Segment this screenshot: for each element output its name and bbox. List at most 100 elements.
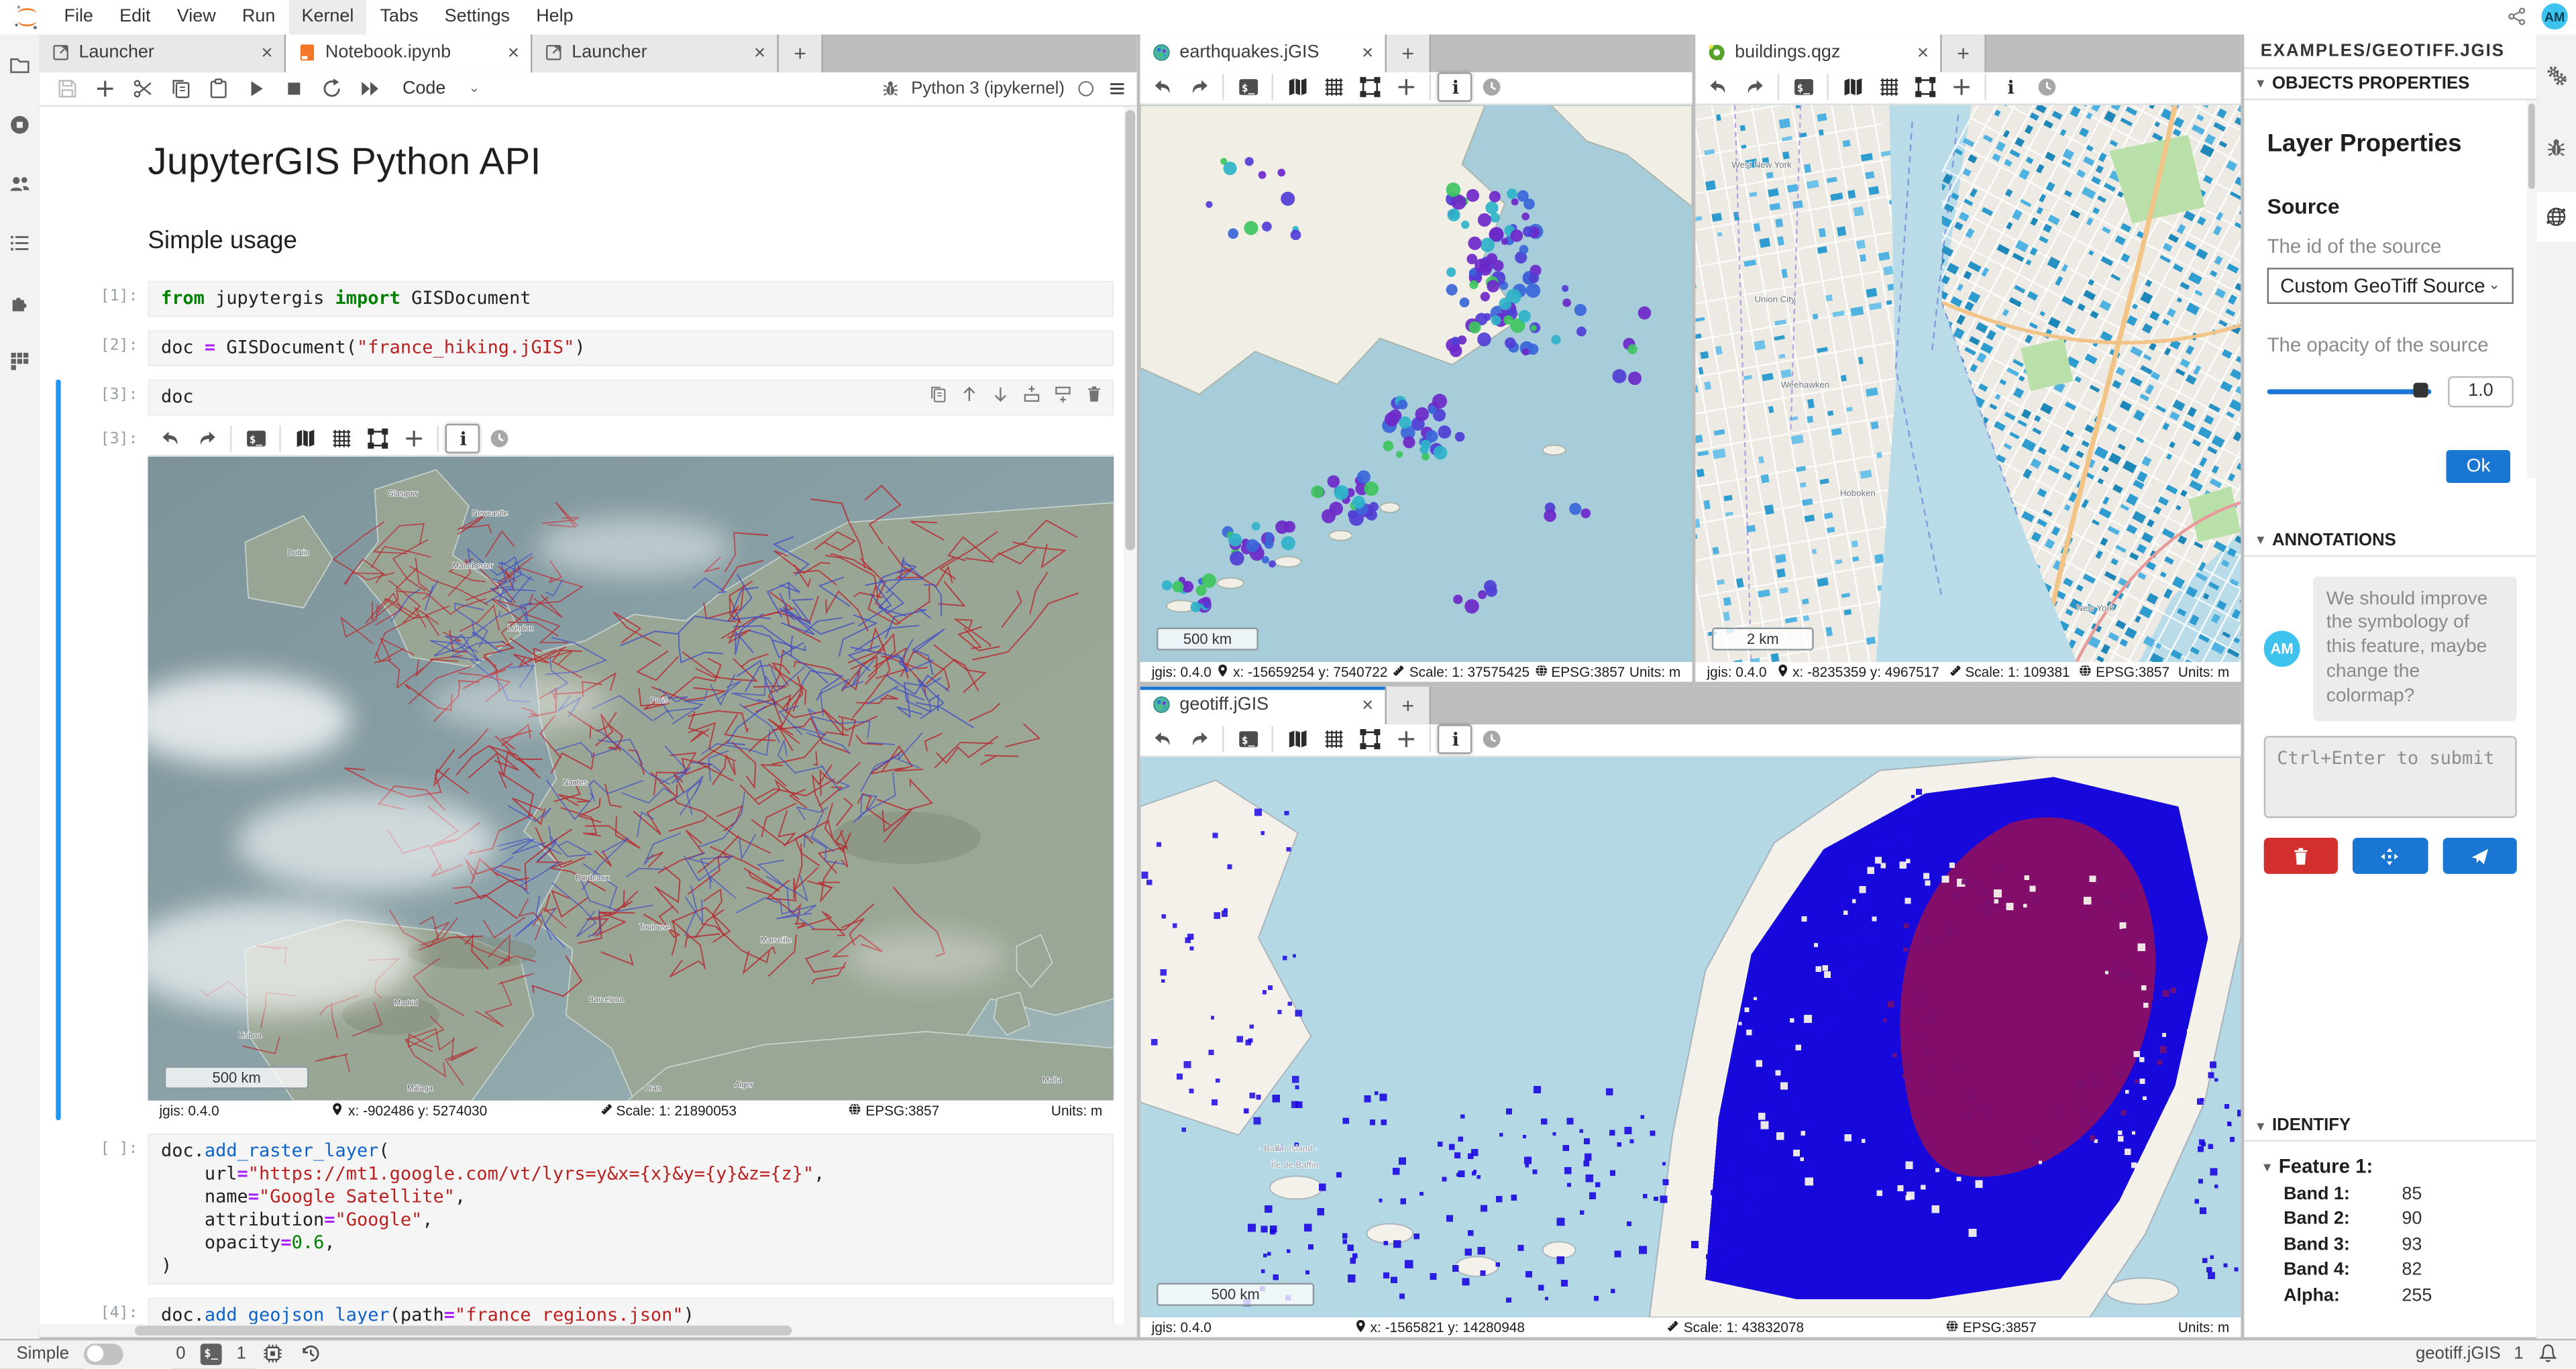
run-all-button[interactable]	[352, 73, 386, 103]
identify-button[interactable]	[445, 424, 480, 453]
raster-layer-button[interactable]	[323, 424, 358, 453]
temporal-controller-button[interactable]	[1474, 72, 1508, 102]
add-layer-button[interactable]	[1388, 72, 1422, 102]
add-layer-button[interactable]	[396, 424, 430, 453]
add-layer-button[interactable]	[1388, 724, 1422, 754]
delete-cell-icon[interactable]	[1084, 384, 1104, 403]
vector-layer-button[interactable]	[1352, 72, 1387, 102]
insert-cell-below-icon[interactable]	[1053, 384, 1073, 403]
cell-editor[interactable]: from jupytergis import GISDocument	[148, 280, 1114, 317]
buildings-map[interactable]: West New YorkUnion CityWeehawkenHobokenN…	[1695, 105, 2241, 661]
identify-button[interactable]	[1438, 724, 1472, 754]
raster-layer-button[interactable]	[1316, 72, 1350, 102]
move-cell-down-icon[interactable]	[991, 384, 1010, 403]
submit-annotation-button[interactable]	[2443, 838, 2517, 874]
tab-earthquakes[interactable]: earthquakes.jGIS ×	[1140, 34, 1387, 71]
insert-cell-above-icon[interactable]	[1022, 384, 1041, 403]
identify-button[interactable]	[1438, 72, 1472, 102]
kernel-name[interactable]: Python 3 (ipykernel)	[911, 78, 1065, 97]
basemap-button[interactable]	[288, 424, 322, 453]
menu-item-settings[interactable]: Settings	[431, 0, 523, 34]
vector-layer-button[interactable]	[360, 424, 394, 453]
geotiff-map[interactable]: · Baffin Island ·Île de Baffin 500 km	[1140, 757, 2241, 1317]
bell-icon[interactable]	[2536, 1343, 2559, 1366]
redo-button[interactable]	[1737, 72, 1771, 102]
close-icon[interactable]: ×	[1362, 695, 1373, 714]
annotation-input[interactable]	[2264, 736, 2517, 818]
debugger-tab[interactable]	[2536, 122, 2576, 171]
vector-layer-button[interactable]	[1907, 72, 1941, 102]
close-icon[interactable]: ×	[1362, 43, 1373, 62]
console-button[interactable]	[1230, 72, 1265, 102]
new-tab-button[interactable]: +	[1387, 686, 1431, 723]
delete-annotation-button[interactable]	[2264, 838, 2339, 874]
file-browser-icon[interactable]	[8, 54, 31, 76]
cut-cell-button[interactable]	[125, 73, 159, 103]
tab-launcher-2[interactable]: Launcher ×	[532, 34, 778, 71]
duplicate-cell-icon[interactable]	[928, 384, 948, 403]
redo-button[interactable]	[1181, 724, 1216, 754]
console-button[interactable]	[1230, 724, 1265, 754]
panel-scrollbar[interactable]	[2527, 99, 2537, 477]
center-annotation-button[interactable]	[2353, 838, 2428, 874]
table-of-contents-icon[interactable]	[8, 231, 31, 254]
running-kernels-icon[interactable]	[8, 113, 31, 135]
basemap-button[interactable]	[1280, 72, 1314, 102]
gis-panel-tab[interactable]	[2536, 191, 2576, 240]
tab-geotiff[interactable]: geotiff.jGIS ×	[1140, 686, 1387, 723]
kernel-usage-icon[interactable]	[8, 349, 31, 372]
property-inspector-tab[interactable]	[2536, 50, 2576, 99]
temporal-controller-button[interactable]	[2029, 72, 2063, 102]
identify-section-header[interactable]: ▾ IDENTIFY	[2244, 1111, 2536, 1142]
redo-button[interactable]	[189, 424, 223, 453]
history-icon[interactable]	[299, 1343, 321, 1366]
new-tab-button[interactable]: +	[1942, 34, 1986, 71]
basemap-button[interactable]	[1280, 724, 1314, 754]
raster-layer-button[interactable]	[1871, 72, 1905, 102]
copy-cell-button[interactable]	[162, 73, 197, 103]
simple-mode-toggle[interactable]	[84, 1344, 123, 1365]
run-cell-button[interactable]	[238, 73, 272, 103]
kernel-chip-icon[interactable]	[261, 1343, 284, 1366]
cell-type-select[interactable]: Code ⌄	[402, 78, 480, 97]
cell-editor[interactable]: doc = GISDocument("france_hiking.jGIS")	[148, 329, 1114, 366]
extensions-icon[interactable]	[8, 290, 31, 313]
annotations-section-header[interactable]: ▾ ANNOTATIONS	[2244, 525, 2536, 556]
share-icon[interactable]	[2507, 7, 2526, 26]
cell-editor[interactable]: doc	[148, 378, 1114, 415]
cell-editor[interactable]: doc.add_raster_layer( url="https://mt1.g…	[148, 1133, 1114, 1284]
vector-layer-button[interactable]	[1352, 724, 1387, 754]
earthquakes-map[interactable]: 500 km	[1140, 105, 1693, 661]
basemap-button[interactable]	[1835, 72, 1870, 102]
redo-button[interactable]	[1181, 72, 1216, 102]
menu-item-view[interactable]: View	[164, 0, 229, 34]
close-icon[interactable]: ×	[754, 43, 765, 62]
collaboration-icon[interactable]	[8, 172, 31, 195]
interrupt-kernel-button[interactable]	[276, 73, 310, 103]
menu-item-help[interactable]: Help	[523, 0, 587, 34]
add-layer-button[interactable]	[1943, 72, 1978, 102]
menu-item-edit[interactable]: Edit	[107, 0, 164, 34]
console-button[interactable]	[1786, 72, 1820, 102]
menu-item-kernel[interactable]: Kernel	[288, 0, 367, 34]
save-button[interactable]	[49, 73, 83, 103]
hamburger-menu-icon[interactable]	[1108, 78, 1127, 97]
close-icon[interactable]: ×	[1917, 43, 1929, 62]
opacity-value-input[interactable]	[2448, 376, 2514, 407]
debugger-icon[interactable]	[880, 78, 900, 97]
tab-launcher-1[interactable]: Launcher ×	[40, 34, 286, 71]
menu-item-file[interactable]: File	[51, 0, 107, 34]
temporal-controller-button[interactable]	[482, 424, 516, 453]
tab-buildings[interactable]: buildings.qgz ×	[1695, 34, 1941, 71]
close-icon[interactable]: ×	[508, 43, 519, 62]
paste-cell-button[interactable]	[201, 73, 235, 103]
menu-item-run[interactable]: Run	[229, 0, 288, 34]
identify-button[interactable]	[1993, 72, 2027, 102]
menu-item-tabs[interactable]: Tabs	[367, 0, 431, 34]
insert-cell-button[interactable]	[87, 73, 121, 103]
undo-button[interactable]	[1145, 72, 1179, 102]
close-icon[interactable]: ×	[261, 43, 272, 62]
undo-button[interactable]	[1145, 724, 1179, 754]
user-avatar[interactable]: AM	[2542, 4, 2568, 30]
source-select[interactable]: Custom GeoTiff Source ⌄	[2267, 267, 2514, 303]
